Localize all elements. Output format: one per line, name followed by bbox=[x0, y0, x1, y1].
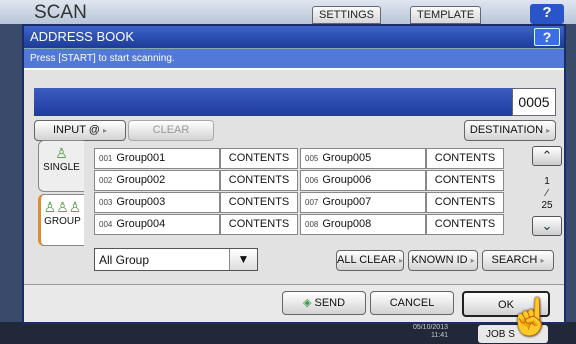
contents-button[interactable]: CONTENTS bbox=[426, 148, 504, 169]
contents-button[interactable]: CONTENTS bbox=[426, 192, 504, 213]
dialog-help-button[interactable]: ? bbox=[534, 28, 560, 46]
group-list: 001 Group001 CONTENTS 005 Group005 CONTENT… bbox=[94, 148, 508, 236]
address-panel: 0005 INPUT @ ▸ CLEAR DESTINATION ▸ ♙ SIN… bbox=[24, 70, 564, 284]
dialog-footer: ◈ SEND CANCEL OK bbox=[24, 284, 564, 322]
contents-button[interactable]: CONTENTS bbox=[220, 148, 298, 169]
scroll-up-button[interactable]: ⌃ bbox=[532, 146, 562, 166]
table-row: 004 Group004 CONTENTS 008 Group008 CONTENT… bbox=[94, 214, 508, 235]
chevron-right-icon: ▸ bbox=[470, 256, 475, 265]
clear-button[interactable]: CLEAR bbox=[128, 120, 214, 141]
chevron-right-icon: ▸ bbox=[546, 126, 551, 135]
clock: 05/10/2013 11:41 bbox=[412, 324, 448, 339]
table-row: 003 Group003 CONTENTS 007 Group007 CONTENT… bbox=[94, 192, 508, 213]
group-entry[interactable]: 008 Group008 bbox=[300, 214, 426, 235]
address-book-dialog: ADDRESS BOOK ? Press [START] to start sc… bbox=[22, 24, 566, 324]
contents-button[interactable]: CONTENTS bbox=[220, 214, 298, 235]
input-at-button[interactable]: INPUT @ ▸ bbox=[34, 120, 126, 141]
contents-button[interactable]: CONTENTS bbox=[220, 170, 298, 191]
table-row: 002 Group002 CONTENTS 006 Group006 CONTENT… bbox=[94, 170, 508, 191]
dialog-title: ADDRESS BOOK bbox=[30, 29, 135, 44]
page-indicator: 1 ⁄ 25 bbox=[541, 176, 553, 211]
chevron-down-icon: ⌄ bbox=[541, 218, 553, 233]
hand-pointer-icon: ☝ bbox=[508, 296, 553, 337]
tab-group[interactable]: ♙♙♙ GROUP bbox=[38, 194, 84, 246]
group-entry[interactable]: 005 Group005 bbox=[300, 148, 426, 169]
send-button[interactable]: ◈ SEND bbox=[282, 291, 366, 315]
group-entry[interactable]: 001 Group001 bbox=[94, 148, 220, 169]
status-message: Press [START] to start scanning. bbox=[24, 48, 564, 68]
cancel-button[interactable]: CANCEL bbox=[370, 291, 454, 315]
destination-button[interactable]: DESTINATION ▸ bbox=[464, 120, 556, 141]
dialog-title-bar: ADDRESS BOOK ? bbox=[24, 26, 564, 48]
chevron-up-icon: ⌃ bbox=[541, 148, 553, 163]
tab-template[interactable]: TEMPLATE bbox=[410, 6, 482, 24]
search-button[interactable]: SEARCH ▸ bbox=[482, 250, 554, 271]
group-entry[interactable]: 003 Group003 bbox=[94, 192, 220, 213]
destination-field: 0005 bbox=[34, 88, 556, 116]
group-entry[interactable]: 006 Group006 bbox=[300, 170, 426, 191]
contents-button[interactable]: CONTENTS bbox=[220, 192, 298, 213]
chevron-right-icon: ▸ bbox=[103, 126, 108, 135]
all-clear-button[interactable]: ALL CLEAR ▸ bbox=[336, 250, 404, 271]
chevron-right-icon: ▸ bbox=[398, 256, 403, 265]
tab-single[interactable]: ♙ SINGLE bbox=[38, 140, 84, 192]
chevron-right-icon: ▸ bbox=[540, 256, 545, 265]
app-help-button[interactable]: ? bbox=[530, 4, 564, 24]
group-entry[interactable]: 007 Group007 bbox=[300, 192, 426, 213]
known-id-button[interactable]: KNOWN ID ▸ bbox=[408, 250, 478, 271]
scroll-down-button[interactable]: ⌄ bbox=[532, 216, 562, 236]
dropdown-arrow-icon: ▼ bbox=[229, 249, 257, 270]
group-entry[interactable]: 004 Group004 bbox=[94, 214, 220, 235]
app-title: SCAN bbox=[34, 2, 87, 23]
group-filter-select[interactable]: All Group ▼ bbox=[94, 248, 258, 271]
tab-settings[interactable]: SETTINGS bbox=[312, 6, 382, 24]
diamond-icon: ◈ bbox=[302, 297, 312, 309]
destination-count: 0005 bbox=[512, 88, 556, 116]
group-entry[interactable]: 002 Group002 bbox=[94, 170, 220, 191]
group-icon: ♙♙♙ bbox=[43, 199, 82, 215]
contents-button[interactable]: CONTENTS bbox=[426, 214, 504, 235]
person-icon: ♙ bbox=[55, 145, 68, 161]
table-row: 001 Group001 CONTENTS 005 Group005 CONTENT… bbox=[94, 148, 508, 169]
contents-button[interactable]: CONTENTS bbox=[426, 170, 504, 191]
